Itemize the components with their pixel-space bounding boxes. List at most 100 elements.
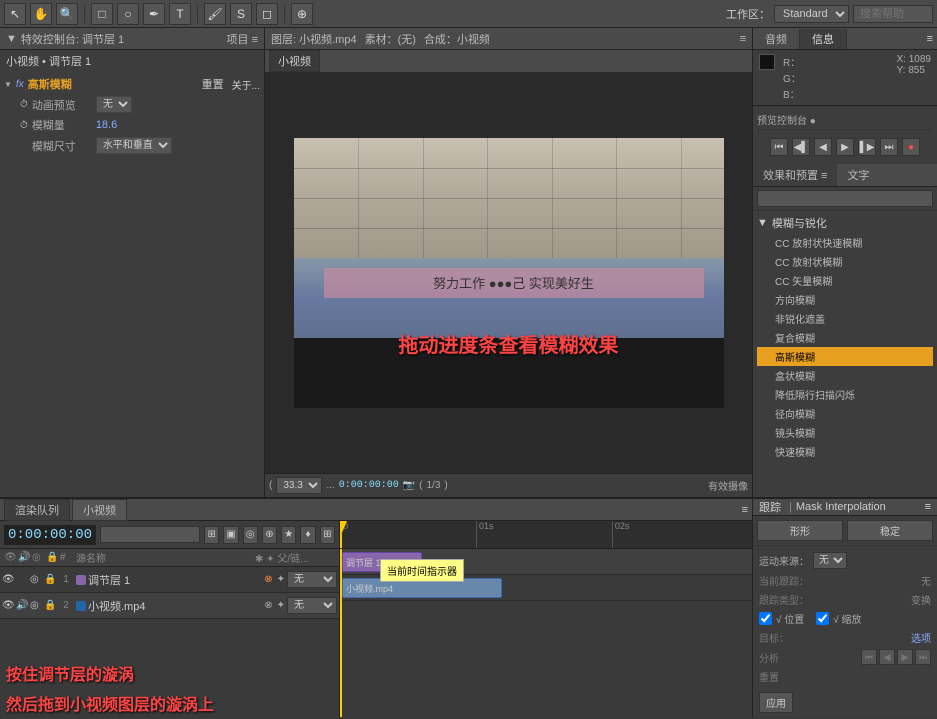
tab-stabilize[interactable]: 稳定 <box>847 520 933 541</box>
effect-about-btn[interactable]: 关于... <box>232 77 260 92</box>
layer-2-lock[interactable]: 🔒 <box>44 600 58 611</box>
tl-btn-1[interactable]: ⊞ <box>204 526 219 544</box>
motion-source-select[interactable]: 无 <box>813 552 847 569</box>
right-top-tabs: 音频 信息 ≡ <box>753 28 937 50</box>
puppet-tool[interactable]: ⊕ <box>291 3 313 25</box>
tl-btn-2[interactable]: ▣ <box>223 526 238 544</box>
layer-1-lock[interactable]: 🔒 <box>44 574 58 585</box>
zoom-select[interactable]: 33.3 <box>276 477 322 494</box>
mask-panel-menu[interactable]: ≡ <box>925 501 931 513</box>
stopwatch-icon[interactable]: ⏱ <box>20 99 28 110</box>
analyze-fwd[interactable]: ▶ <box>897 649 913 665</box>
expand-triangle[interactable]: ▼ <box>4 80 12 89</box>
layer-1-swirl[interactable]: ⊗ <box>264 574 272 585</box>
effect-item-7[interactable]: 盒状模糊 <box>757 366 933 385</box>
arrow-tool[interactable]: ↖ <box>4 3 26 25</box>
timeline-menu[interactable]: ≡ <box>742 504 748 516</box>
col-lock: 🔒 <box>46 552 60 563</box>
analyze-back-back[interactable]: ⏮ <box>861 649 877 665</box>
effects-search-input[interactable] <box>757 190 933 207</box>
tab-shape[interactable]: 形形 <box>757 520 843 541</box>
layer-1-parent[interactable]: 无 <box>287 571 337 588</box>
brush-tool[interactable]: 🖌 <box>204 3 226 25</box>
tl-btn-3[interactable]: ◎ <box>243 526 258 544</box>
animation-preview-select[interactable]: 无 <box>96 96 132 113</box>
layer-2-parent[interactable]: 无 <box>287 597 337 614</box>
zoom-tool[interactable]: 🔍 <box>56 3 78 25</box>
video-text-banner: 努力工作 ●●●己 实现美好生 <box>324 268 704 298</box>
effect-item-10[interactable]: 镜头模糊 <box>757 423 933 442</box>
effect-item-3[interactable]: 方向模糊 <box>757 290 933 309</box>
timeline-search-input[interactable] <box>100 526 200 543</box>
layer-2-mode[interactable]: ✦ <box>277 600 285 611</box>
effect-item-9[interactable]: 径向模糊 <box>757 404 933 423</box>
tl-btn-7[interactable]: ⊞ <box>320 526 335 544</box>
effect-item-8[interactable]: 降低隔行扫描闪烁 <box>757 385 933 404</box>
layer-2-vis[interactable]: 👁 <box>2 600 16 611</box>
layer-2-audio[interactable]: 🔊 <box>16 600 30 611</box>
apply-btn[interactable]: 应用 <box>759 692 793 713</box>
effect-item-1[interactable]: CC 放射状模糊 <box>757 252 933 271</box>
analyze-fwd-fwd[interactable]: ⏭ <box>915 649 931 665</box>
analyze-back[interactable]: ◀ <box>879 649 895 665</box>
tl-btn-4[interactable]: ⊕ <box>262 526 277 544</box>
blur-dimensions-select[interactable]: 水平和垂直 <box>96 137 172 154</box>
play-btn[interactable]: ▶ <box>836 138 854 156</box>
timecode-display[interactable]: 0:00:00:00 <box>4 525 96 545</box>
effect-item-0[interactable]: CC 放射状快速模糊 <box>757 233 933 252</box>
skip-back-btn[interactable]: ⏮ <box>770 138 788 156</box>
position-checkbox[interactable] <box>759 612 772 625</box>
clone-tool[interactable]: S <box>230 3 252 25</box>
text-tool[interactable]: T <box>169 3 191 25</box>
time-display: 0:00:00:00 <box>339 480 399 491</box>
layer-2-solo[interactable]: ◎ <box>30 600 44 611</box>
effects-tab-text[interactable]: 文字 <box>837 164 879 186</box>
layer-1-mode[interactable]: ✦ <box>277 574 285 585</box>
step-back-btn[interactable]: ◀▌ <box>792 138 810 156</box>
effect-reset-btn[interactable]: 重置 <box>202 76 224 92</box>
record-btn[interactable]: ● <box>902 138 920 156</box>
step-fwd-btn[interactable]: ▌▶ <box>858 138 876 156</box>
effects-category-blur: ▼ 模糊与锐化 CC 放射状快速模糊 CC 放射状模糊 CC 矢量模糊 方向模糊… <box>753 211 937 463</box>
rect-tool[interactable]: □ <box>91 3 113 25</box>
category-header-blur[interactable]: ▼ 模糊与锐化 <box>757 213 933 233</box>
ellipse-tool[interactable]: ○ <box>117 3 139 25</box>
tab-small-video[interactable]: 小视频 <box>72 499 127 521</box>
blur-amount-value[interactable]: 18.6 <box>96 119 117 131</box>
frame-info-end: ) <box>444 480 447 491</box>
effects-tabs: 效果和预置 ≡ 文字 <box>753 164 937 187</box>
panel-menu-icon[interactable]: ≡ <box>740 33 746 45</box>
drag-hint: 拖动进度条查看模糊效果 <box>294 329 724 358</box>
effect-item-2[interactable]: CC 矢量模糊 <box>757 271 933 290</box>
workspace-select[interactable]: Standard <box>774 5 849 23</box>
play-back-btn[interactable]: ◀ <box>814 138 832 156</box>
tl-btn-5[interactable]: ★ <box>281 526 296 544</box>
skip-fwd-btn[interactable]: ⏭ <box>880 138 898 156</box>
layer-1-solo[interactable]: ◎ <box>30 574 44 585</box>
eraser-tool[interactable]: ◻ <box>256 3 278 25</box>
layer-2-swirl[interactable]: ⊗ <box>264 600 272 611</box>
center-tab-video[interactable]: 小视频 <box>269 50 320 72</box>
separator-2 <box>197 5 198 23</box>
effect-item-11[interactable]: 快速模糊 <box>757 442 933 461</box>
tab-render-queue[interactable]: 渲染队列 <box>4 499 70 521</box>
right-panel-menu[interactable]: ≡ <box>923 33 937 45</box>
blur-stopwatch-icon[interactable]: ⏱ <box>20 120 28 131</box>
tl-btn-6[interactable]: ♦ <box>300 526 315 544</box>
timeline-ruler[interactable]: 0 01s 02s <box>340 521 752 549</box>
tab-info[interactable]: 信息 <box>800 29 847 49</box>
hand-tool[interactable]: ✋ <box>30 3 52 25</box>
effects-tab-presets[interactable]: 效果和预置 ≡ <box>753 164 837 186</box>
pen-tool[interactable]: ✒ <box>143 3 165 25</box>
effect-item-4[interactable]: 非锐化遮盖 <box>757 309 933 328</box>
scale-checkbox[interactable] <box>816 612 829 625</box>
layer-1-name[interactable]: 调节层 1 <box>88 572 262 588</box>
help-search-input[interactable] <box>853 5 933 23</box>
tab-audio[interactable]: 音频 <box>753 29 800 49</box>
target-select-btn[interactable]: 选项 <box>911 630 931 645</box>
effect-item-6[interactable]: 高斯模糊 <box>757 347 933 366</box>
layer-2-name[interactable]: 小视频.mp4 <box>88 598 262 614</box>
effects-panel: 效果和预置 ≡ 文字 ▼ 模糊与锐化 CC 放射状快速模糊 CC 放射状模糊 C… <box>753 164 937 497</box>
effect-item-5[interactable]: 复合模糊 <box>757 328 933 347</box>
layer-1-vis[interactable]: 👁 <box>2 574 16 585</box>
